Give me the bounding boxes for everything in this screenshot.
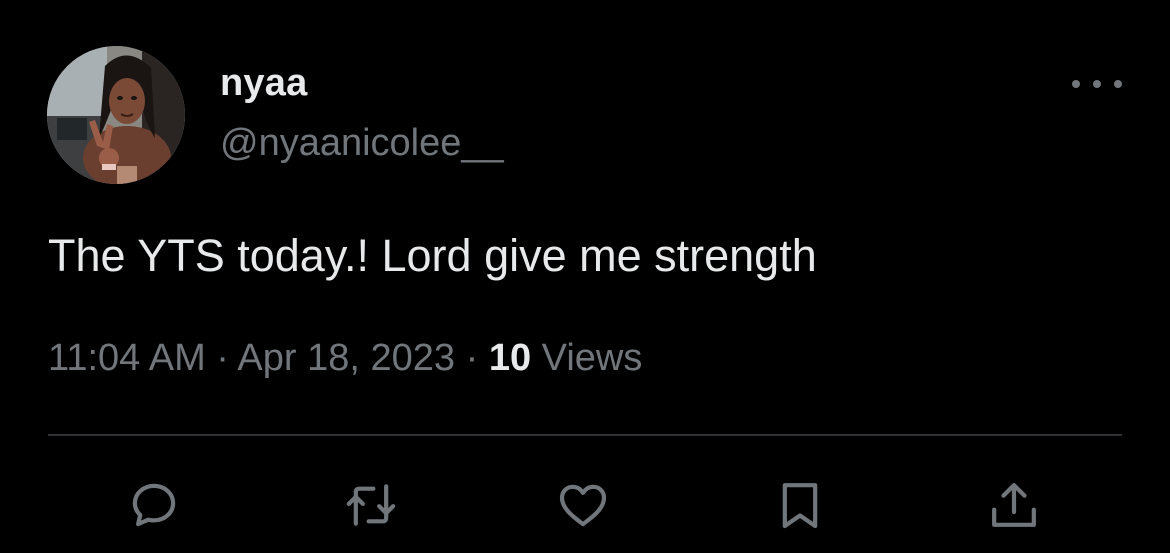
- more-dot-icon: [1114, 80, 1122, 88]
- meta-separator: ·: [216, 337, 229, 379]
- share-button[interactable]: [984, 475, 1044, 535]
- tweet-card: nyaa @nyaanicolee__ The YTS today.! Lord…: [0, 0, 1170, 553]
- divider: [48, 434, 1122, 436]
- tweet-meta: 11:04 AM · Apr 18, 2023 · 10 Views: [48, 337, 642, 380]
- retweet-button[interactable]: [341, 475, 401, 535]
- reply-button[interactable]: [124, 475, 184, 535]
- views-label[interactable]: Views: [542, 337, 643, 379]
- tweet-date[interactable]: Apr 18, 2023: [237, 337, 455, 379]
- like-button[interactable]: [553, 475, 613, 535]
- more-dot-icon: [1093, 80, 1101, 88]
- more-dot-icon: [1072, 80, 1080, 88]
- avatar-image: [47, 46, 185, 184]
- heart-icon: [559, 484, 607, 527]
- author-display-name[interactable]: nyaa: [220, 62, 307, 105]
- avatar[interactable]: [47, 46, 185, 184]
- bookmark-button[interactable]: [770, 475, 830, 535]
- tweet-text: The YTS today.! Lord give me strength: [48, 230, 817, 281]
- tweet-time[interactable]: 11:04 AM: [48, 337, 206, 379]
- author-handle[interactable]: @nyaanicolee__: [220, 122, 504, 165]
- reply-icon: [132, 483, 176, 527]
- retweet-icon: [346, 484, 396, 526]
- share-icon: [992, 483, 1036, 527]
- meta-separator: ·: [465, 337, 479, 379]
- more-options-button[interactable]: [1072, 70, 1122, 98]
- views-count[interactable]: 10: [489, 337, 531, 379]
- bookmark-icon: [782, 483, 818, 529]
